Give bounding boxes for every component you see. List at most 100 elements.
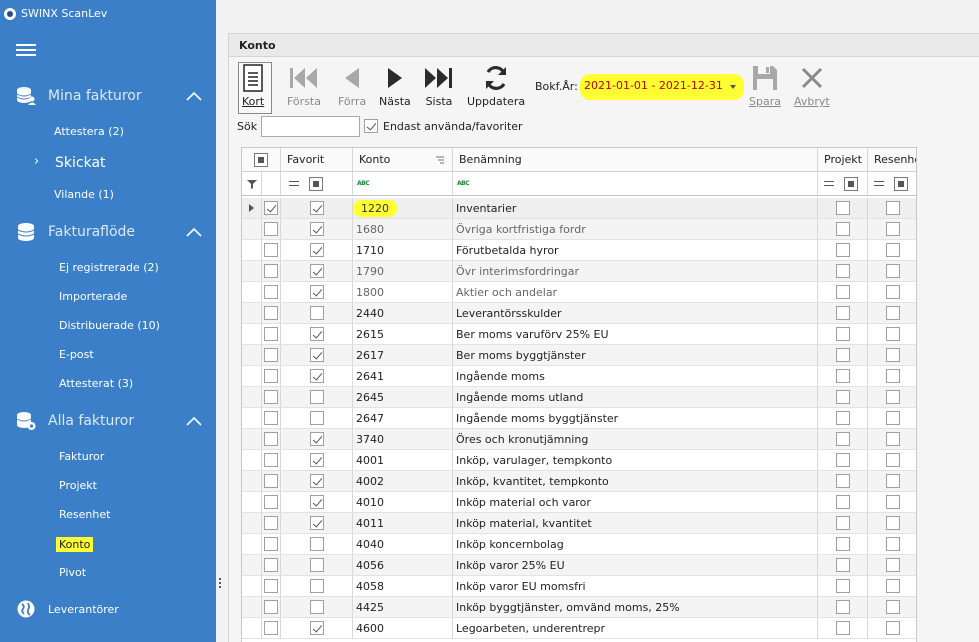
row-select-checkbox[interactable] <box>264 411 278 425</box>
benamning-cell[interactable]: Inköp, kvantitet, tempkonto <box>453 471 818 491</box>
row-select-cell[interactable] <box>262 576 281 596</box>
row-select-cell[interactable] <box>262 450 281 470</box>
projekt-cell[interactable] <box>818 471 868 491</box>
row-select-cell[interactable] <box>262 219 281 239</box>
resenhet-checkbox[interactable] <box>885 201 900 215</box>
resenhet-checkbox[interactable] <box>885 558 900 572</box>
favorit-cell[interactable] <box>281 240 353 260</box>
resenhet-cell[interactable] <box>868 366 916 386</box>
row-select-cell[interactable] <box>262 534 281 554</box>
row-select-checkbox[interactable] <box>264 516 278 530</box>
section-alla-fakturor[interactable]: Alla fakturor <box>0 406 216 436</box>
column-header-favorit[interactable]: Favorit <box>281 148 353 171</box>
column-header-konto[interactable]: Konto <box>353 148 453 171</box>
row-select-checkbox[interactable] <box>264 600 278 614</box>
benamning-cell[interactable]: Ber moms varuförv 25% EU <box>453 324 818 344</box>
resenhet-cell[interactable] <box>868 534 916 554</box>
resenhet-checkbox[interactable] <box>885 516 900 530</box>
favorit-checkbox[interactable] <box>309 327 324 341</box>
favorit-cell[interactable] <box>281 513 353 533</box>
favorit-cell[interactable] <box>281 345 353 365</box>
benamning-cell[interactable]: Legoarbeten, underentrepr <box>453 618 818 638</box>
row-select-checkbox[interactable] <box>264 453 278 467</box>
filter-projekt-checkbox[interactable] <box>844 176 858 191</box>
projekt-cell[interactable] <box>818 366 868 386</box>
projekt-cell[interactable] <box>818 618 868 638</box>
favorit-checkbox[interactable] <box>309 264 324 278</box>
favorit-cell[interactable] <box>281 450 353 470</box>
resenhet-cell[interactable] <box>868 282 916 302</box>
konto-cell[interactable]: 2647 <box>353 408 453 428</box>
row-select-cell[interactable] <box>262 387 281 407</box>
favorit-cell[interactable] <box>281 282 353 302</box>
resenhet-checkbox[interactable] <box>885 222 900 236</box>
benamning-cell[interactable]: Ingående moms byggtjänster <box>453 408 818 428</box>
favorit-checkbox[interactable] <box>309 579 324 593</box>
resenhet-checkbox[interactable] <box>885 411 900 425</box>
favorit-checkbox[interactable] <box>309 285 324 299</box>
row-select-cell[interactable] <box>262 366 281 386</box>
row-select-cell[interactable] <box>262 345 281 365</box>
table-row[interactable]: 1790 Övr interimsfordringar <box>242 261 916 282</box>
favorit-checkbox[interactable] <box>309 516 324 530</box>
filter-icon[interactable] <box>242 172 262 195</box>
row-select-cell[interactable] <box>262 429 281 449</box>
projekt-cell[interactable] <box>818 345 868 365</box>
favorit-cell[interactable] <box>281 198 353 218</box>
resenhet-cell[interactable] <box>868 345 916 365</box>
table-row[interactable]: 2615 Ber moms varuförv 25% EU <box>242 324 916 345</box>
table-row[interactable]: 2617 Ber moms byggtjänster <box>242 345 916 366</box>
row-select-checkbox[interactable] <box>264 264 278 278</box>
benamning-cell[interactable]: Inventarier <box>453 198 818 218</box>
resenhet-checkbox[interactable] <box>885 264 900 278</box>
row-select-checkbox[interactable] <box>264 495 278 509</box>
favorit-cell[interactable] <box>281 324 353 344</box>
favorit-checkbox[interactable] <box>309 558 324 572</box>
projekt-checkbox[interactable] <box>835 369 850 383</box>
filter-resenhet[interactable] <box>868 172 916 195</box>
resenhet-cell[interactable] <box>868 576 916 596</box>
filter-projekt[interactable] <box>818 172 868 195</box>
projekt-checkbox[interactable] <box>835 453 850 467</box>
table-row[interactable]: 1710 Förutbetalda hyror <box>242 240 916 261</box>
projekt-cell[interactable] <box>818 597 868 617</box>
konto-cell[interactable]: 1800 <box>353 282 453 302</box>
projekt-cell[interactable] <box>818 450 868 470</box>
projekt-cell[interactable] <box>818 513 868 533</box>
konto-cell[interactable]: 4600 <box>353 618 453 638</box>
row-select-checkbox[interactable] <box>264 222 278 236</box>
table-row[interactable]: 4002 Inköp, kvantitet, tempkonto <box>242 471 916 492</box>
resenhet-cell[interactable] <box>868 471 916 491</box>
resenhet-cell[interactable] <box>868 408 916 428</box>
projekt-checkbox[interactable] <box>835 516 850 530</box>
projekt-checkbox[interactable] <box>835 222 850 236</box>
nav-item-fakturor[interactable]: Fakturor <box>59 450 104 463</box>
konto-cell[interactable]: 2440 <box>353 303 453 323</box>
table-row[interactable]: 4056 Inköp varor 25% EU <box>242 555 916 576</box>
projekt-cell[interactable] <box>818 492 868 512</box>
nav-item-skickat[interactable]: Skickat <box>55 155 106 171</box>
projekt-checkbox[interactable] <box>835 390 850 404</box>
projekt-cell[interactable] <box>818 576 868 596</box>
filter-konto[interactable]: ABC <box>353 172 453 195</box>
favorit-cell[interactable] <box>281 429 353 449</box>
resenhet-cell[interactable] <box>868 513 916 533</box>
projekt-cell[interactable] <box>818 429 868 449</box>
projekt-checkbox[interactable] <box>835 474 850 488</box>
favorit-checkbox[interactable] <box>309 621 324 635</box>
resenhet-cell[interactable] <box>868 219 916 239</box>
forsta-button[interactable]: Första <box>287 64 321 108</box>
benamning-cell[interactable]: Öres och kronutjämning <box>453 429 818 449</box>
favorit-checkbox[interactable] <box>309 495 324 509</box>
nav-item-pivot[interactable]: Pivot <box>59 566 86 579</box>
konto-cell[interactable]: 1220 <box>353 198 453 218</box>
favorit-checkbox[interactable] <box>309 201 324 215</box>
row-select-checkbox[interactable] <box>264 579 278 593</box>
table-row[interactable]: 4600 Legoarbeten, underentrepr <box>242 618 916 639</box>
nav-item-importerade[interactable]: Importerade <box>59 290 127 303</box>
resenhet-checkbox[interactable] <box>885 348 900 362</box>
projekt-checkbox[interactable] <box>835 558 850 572</box>
konto-cell[interactable]: 2641 <box>353 366 453 386</box>
resenhet-checkbox[interactable] <box>885 453 900 467</box>
projekt-cell[interactable] <box>818 303 868 323</box>
